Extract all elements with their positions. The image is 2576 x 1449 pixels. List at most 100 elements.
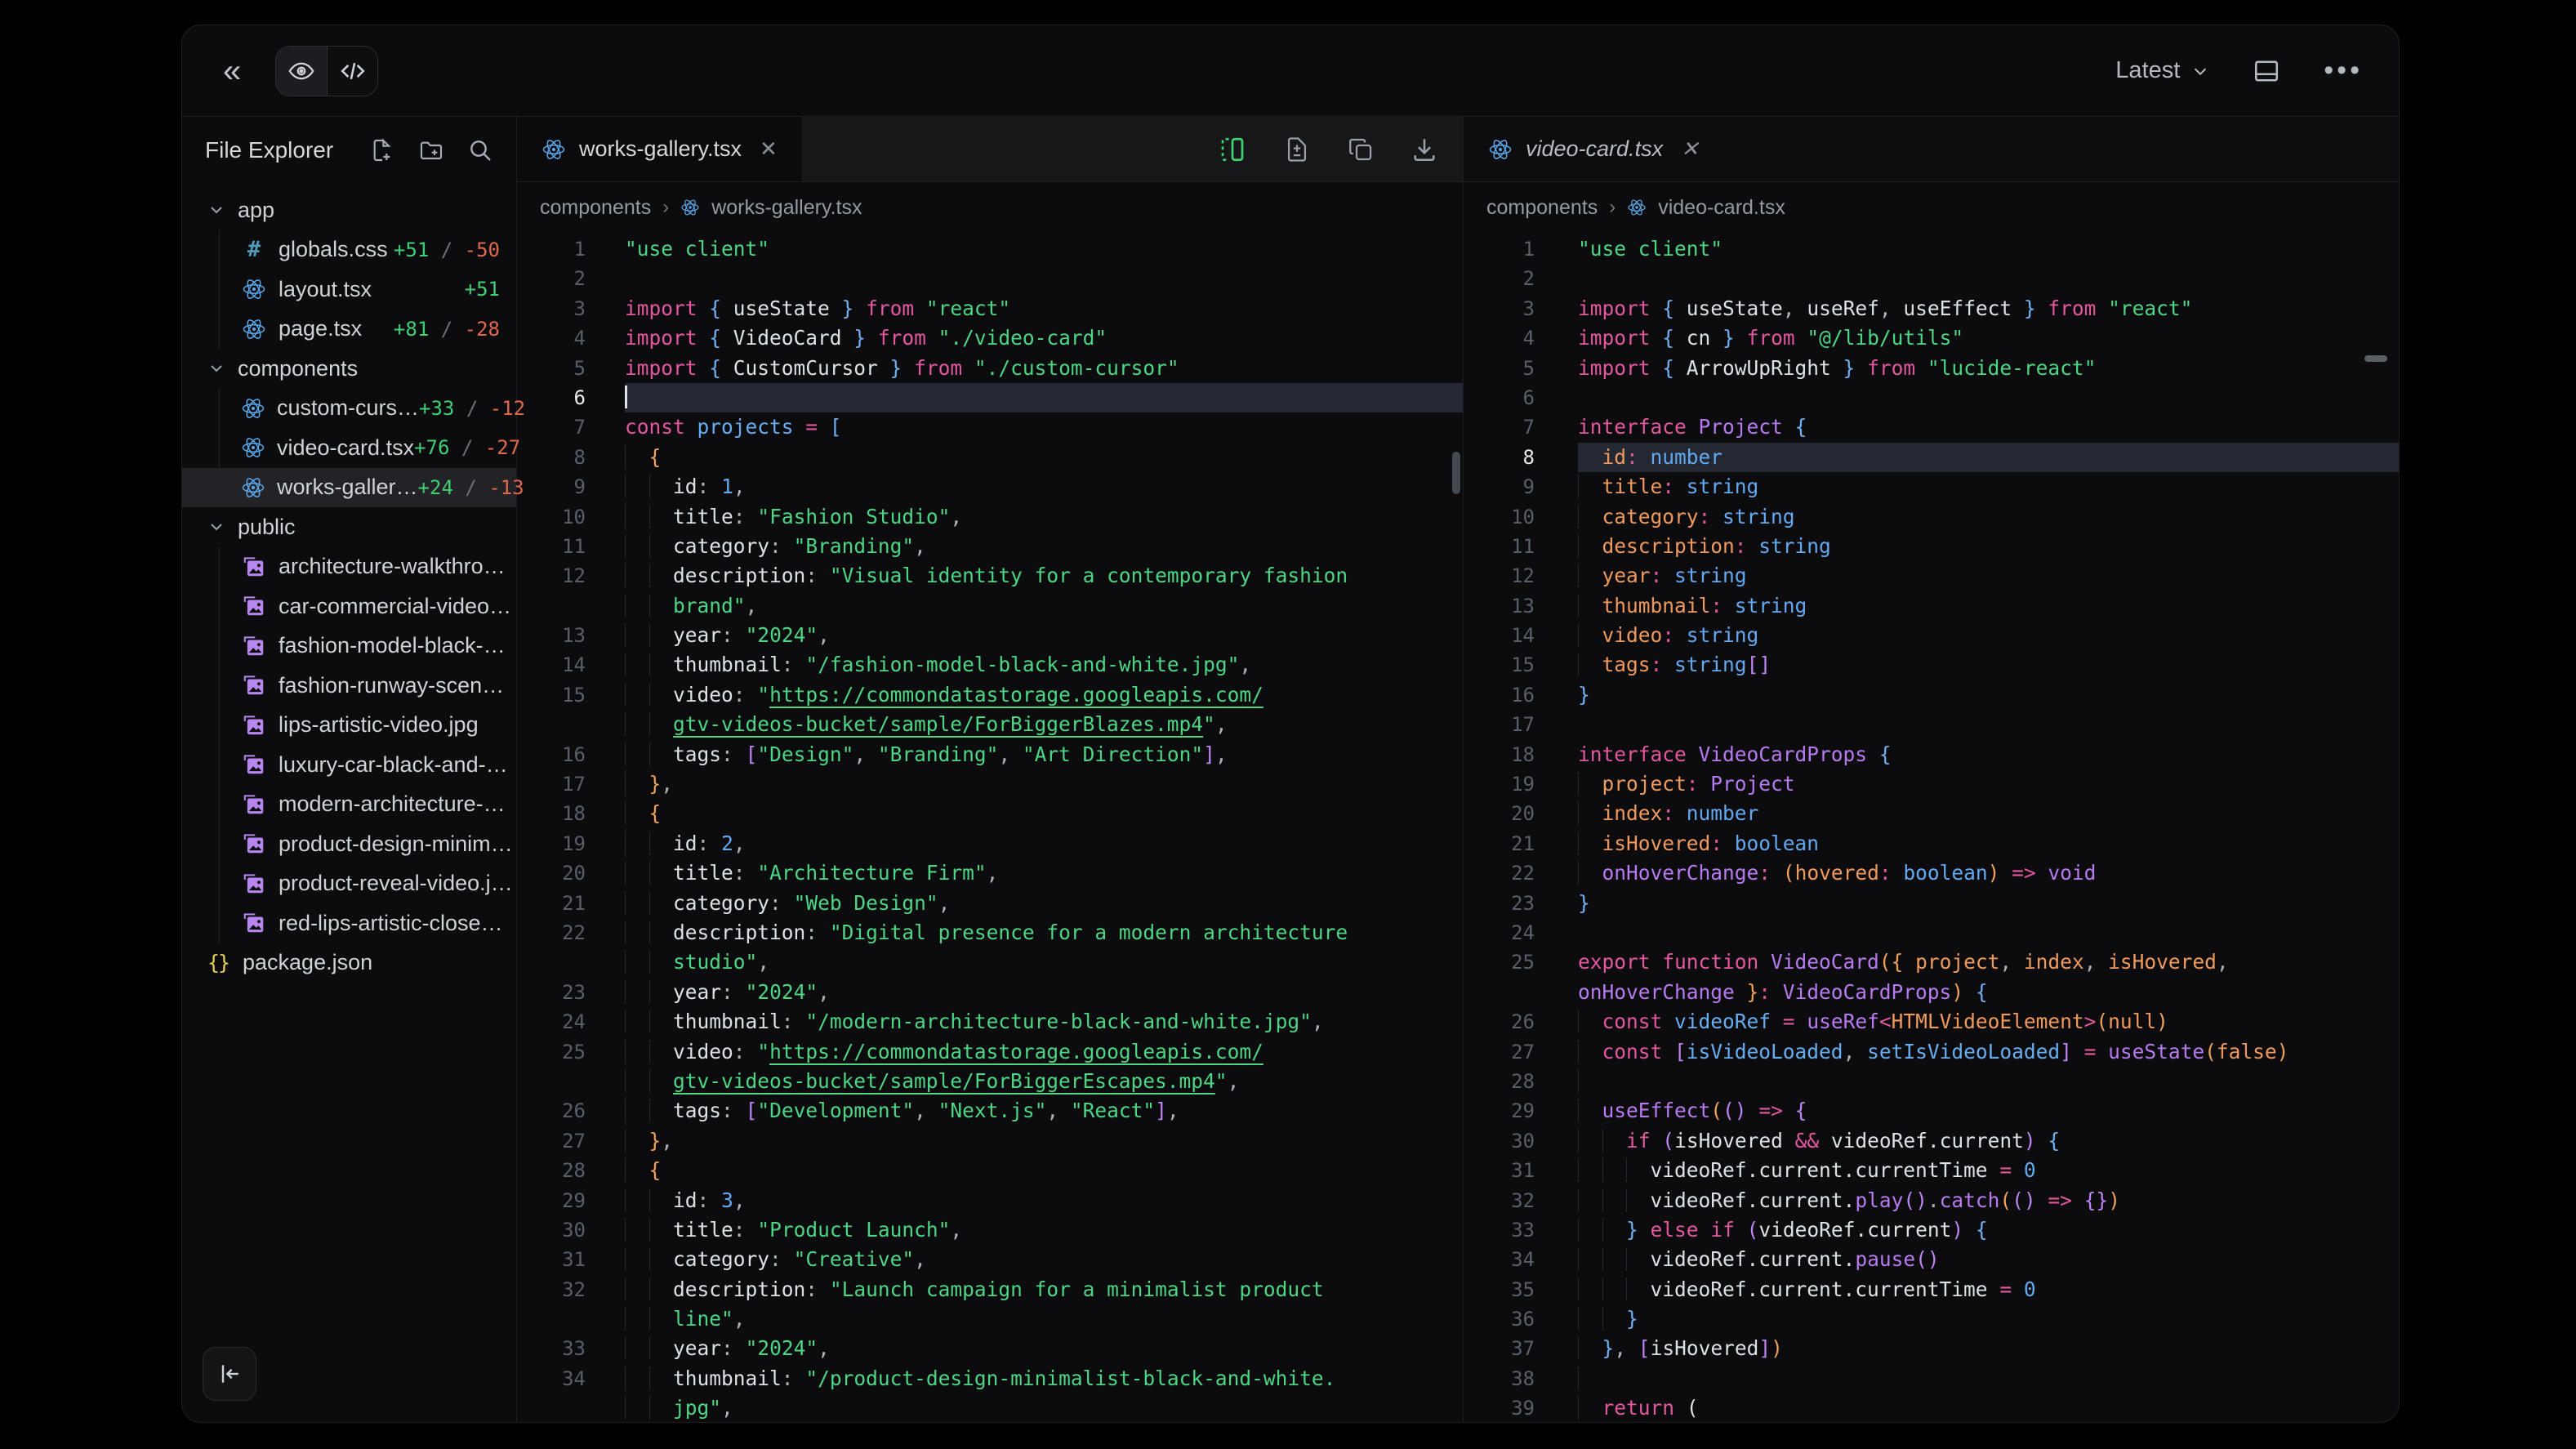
code-line-10: 10 title: "Fashion Studio", [517, 502, 1463, 532]
tab-works-gallery[interactable]: works-gallery.tsx ✕ [517, 117, 803, 181]
eye-icon [287, 57, 315, 85]
close-tab-icon[interactable]: ✕ [1681, 136, 1699, 162]
code-line-33: 33 year: "2024", [517, 1334, 1463, 1363]
tree-folder-public[interactable]: public [182, 507, 516, 547]
line-number: 23 [1464, 889, 1578, 918]
code-line-content: videoRef.current.play().catch(() => {}) [1578, 1186, 2399, 1215]
code-line-content: year: "2024", [625, 978, 1463, 1007]
code-line-16: 16} [1464, 680, 2399, 710]
search-icon[interactable] [467, 137, 493, 163]
code-line-31: 31 videoRef.current.currentTime = 0 [1464, 1156, 2399, 1185]
tabbar-left: works-gallery.tsx ✕ [517, 117, 1463, 182]
copy-icon[interactable] [1347, 136, 1375, 163]
tree-file-page.tsx[interactable]: page.tsx+81 / -28 [182, 310, 516, 350]
line-number: 27 [517, 1126, 625, 1156]
version-selector[interactable]: Latest [2115, 57, 2209, 84]
code-line-32: 32 description: "Launch campaign for a m… [517, 1275, 1463, 1304]
new-file-icon[interactable] [369, 137, 395, 163]
code-line-26: 26 tags: ["Development", "Next.js", "Rea… [517, 1096, 1463, 1126]
code-line-content: title: "Architecture Firm", [625, 858, 1463, 888]
line-number: 5 [1464, 354, 1578, 383]
scroll-marker[interactable] [2364, 355, 2387, 362]
tab-label: works-gallery.tsx [579, 136, 742, 162]
line-number: 8 [1464, 443, 1578, 472]
line-number: 24 [1464, 918, 1578, 947]
code-line-6: 6 [517, 383, 1463, 412]
indent-guide [219, 547, 220, 587]
editor-pane-left: works-gallery.tsx ✕ [517, 117, 1463, 1422]
indent-guide [219, 389, 220, 429]
layout-panel-button[interactable] [2252, 56, 2281, 86]
code-editor-works-gallery[interactable]: 1"use client"2 3import { useState } from… [517, 233, 1463, 1422]
tree-file-modern-architecture-[interactable]: modern-architecture-… [182, 785, 516, 825]
tree-file-red-lips-artistic-close-[interactable]: red-lips-artistic-close… [182, 903, 516, 943]
code-line-content: tags: ["Development", "Next.js", "React"… [625, 1096, 1463, 1126]
collapse-sidebar-button[interactable] [203, 1347, 256, 1401]
new-folder-icon[interactable] [418, 137, 444, 163]
tree-folder-app[interactable]: app [182, 190, 516, 230]
file-name: page.tsx [279, 316, 362, 341]
tree-file-video-card.tsx[interactable]: video-card.tsx+76 / -27 [182, 428, 516, 468]
tree-file-product-design-minim-[interactable]: product-design-minim… [182, 824, 516, 864]
line-number: 3 [517, 294, 625, 323]
breadcrumb-folder[interactable]: components [1486, 196, 1598, 220]
line-number: 24 [517, 1007, 625, 1037]
code-line-content: gtv-videos-bucket/sample/ForBiggerEscape… [625, 1067, 1463, 1096]
more-options-button[interactable]: ••• [2324, 55, 2363, 87]
image-file-icon [241, 594, 267, 618]
tree-file-car-commercial-video-[interactable]: car-commercial-video… [182, 586, 516, 626]
breadcrumb-folder[interactable]: components [540, 196, 651, 220]
version-label: Latest [2115, 57, 2180, 84]
breadcrumb-file[interactable]: video-card.tsx [1658, 196, 1785, 220]
tree-file-package.json[interactable]: {}package.json [182, 943, 516, 983]
code-line-content [1578, 1364, 2399, 1393]
code-line-content: videoRef.current.currentTime = 0 [1578, 1275, 2399, 1304]
line-number: 39 [1464, 1393, 1578, 1422]
breadcrumb-file[interactable]: works-gallery.tsx [711, 196, 862, 220]
split-view-icon[interactable] [1218, 135, 1247, 164]
code-line-content: videoRef.current.pause() [1578, 1245, 2399, 1274]
file-diff-icon[interactable] [1283, 136, 1311, 163]
code-line-20: 20 index: number [1464, 799, 2399, 828]
react-icon [241, 317, 267, 341]
code-line-25: 25 video: "https://commondatastorage.goo… [517, 1037, 1463, 1067]
tree-file-globals.css[interactable]: #globals.css+51 / -50 [182, 230, 516, 270]
file-name: fashion-runway-scen… [279, 673, 504, 698]
tree-file-works-galler-[interactable]: works-galler…+24 / -13 [182, 468, 516, 508]
line-number: 23 [517, 978, 625, 1007]
code-line-content: "use client" [625, 234, 1463, 264]
code-toggle-button[interactable] [327, 47, 377, 96]
line-number: 36 [1464, 1304, 1578, 1334]
code-line-34: 34 thumbnail: "/product-design-minimalis… [517, 1364, 1463, 1393]
editor-pane-right: video-card.tsx ✕ components › video-card… [1463, 117, 2399, 1422]
download-icon[interactable] [1411, 136, 1438, 163]
tree-folder-components[interactable]: components [182, 349, 516, 389]
indent-guide [219, 824, 220, 864]
line-number: 33 [1464, 1215, 1578, 1245]
line-number: 30 [1464, 1126, 1578, 1156]
line-number: 10 [517, 502, 625, 532]
diff-stats: +24 / -13 [418, 476, 524, 499]
preview-toggle-button[interactable] [276, 47, 327, 96]
tree-file-product-reveal-video.j-[interactable]: product-reveal-video.j… [182, 864, 516, 904]
line-number: 16 [517, 740, 625, 769]
scrollbar-thumb[interactable] [1452, 452, 1460, 494]
code-line-content [625, 264, 1463, 293]
code-line-content: import { VideoCard } from "./video-card" [625, 323, 1463, 353]
code-line-content: if (isHovered && videoRef.current) { [1578, 1126, 2399, 1156]
tree-file-fashion-model-black-[interactable]: fashion-model-black-… [182, 626, 516, 667]
tree-file-fashion-runway-scen-[interactable]: fashion-runway-scen… [182, 666, 516, 706]
indent-guide [219, 230, 220, 270]
tree-file-layout.tsx[interactable]: layout.tsx+51 [182, 270, 516, 310]
tree-file-lips-artistic-video.jpg[interactable]: lips-artistic-video.jpg [182, 706, 516, 746]
code-line-1: 1"use client" [517, 234, 1463, 264]
code-editor-video-card[interactable]: 1"use client"2 3import { useState, useRe… [1464, 233, 2399, 1422]
line-number: 10 [1464, 502, 1578, 532]
collapse-panel-button[interactable]: « [218, 55, 246, 87]
tree-file-architecture-walkthro-[interactable]: architecture-walkthro… [182, 547, 516, 587]
code-line-9: 9 id: 1, [517, 472, 1463, 502]
tree-file-custom-curs-[interactable]: custom-curs…+33 / -12 [182, 389, 516, 429]
tab-video-card[interactable]: video-card.tsx ✕ [1464, 117, 1723, 181]
tree-file-luxury-car-black-and-[interactable]: luxury-car-black-and-… [182, 745, 516, 785]
close-tab-icon[interactable]: ✕ [760, 136, 778, 162]
